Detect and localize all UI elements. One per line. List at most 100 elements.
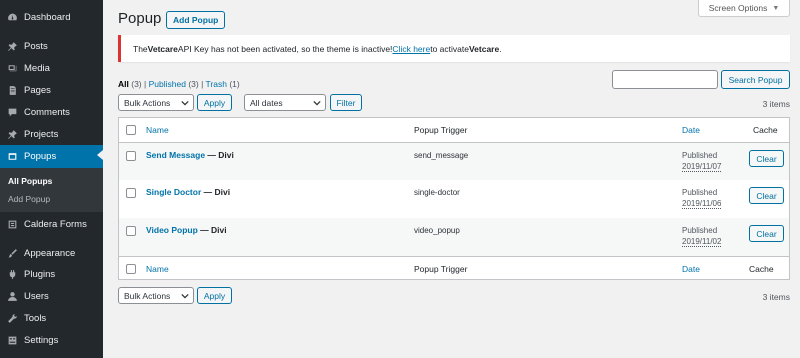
row-title: Send Message — Divi — [146, 150, 234, 160]
sidebar-item-settings[interactable]: Settings — [0, 330, 103, 350]
row-checkbox[interactable] — [126, 151, 136, 161]
row-status: Published — [682, 151, 718, 160]
comment-icon — [6, 106, 18, 118]
sidebar-item-caldera-forms[interactable]: Caldera Forms — [0, 214, 103, 234]
search-popup-button[interactable]: Search Popup — [721, 70, 790, 89]
filter-button[interactable]: Filter — [330, 94, 362, 111]
bulk-actions-select-bottom[interactable]: Bulk Actions — [118, 287, 194, 304]
apply-button-bottom[interactable]: Apply — [197, 287, 232, 304]
sidebar-item-label: Users — [24, 290, 49, 302]
bulk-actions-select-top[interactable]: Bulk Actions — [118, 94, 194, 111]
chevron-down-icon — [181, 100, 189, 106]
row-title-link[interactable]: Video Popup — [146, 225, 198, 235]
row-title-link[interactable]: Send Message — [146, 150, 205, 160]
submenu-all-popups[interactable]: All Popups — [8, 176, 52, 186]
sidebar-item-popups[interactable]: Popups — [0, 145, 103, 168]
column-cache-footer: Cache — [749, 264, 774, 274]
bulk-actions-value: Bulk Actions — [124, 97, 171, 108]
items-count-bottom: 3 items — [762, 292, 790, 302]
search-input[interactable] — [612, 70, 718, 89]
row-post-state: — Divi — [197, 225, 227, 235]
row-post-state: — Divi — [205, 150, 234, 160]
select-all-checkbox-footer[interactable] — [126, 264, 136, 274]
sidebar-item-label: Projects — [24, 128, 59, 140]
row-date: Published 2019/11/02 — [682, 225, 722, 247]
status-filter-links: All (3) | Published (3) | Trash (1) — [118, 79, 240, 89]
admin-sidebar: Dashboard Posts Media Pages Comments Pro… — [0, 0, 103, 358]
sidebar-item-plugins[interactable]: Plugins — [0, 264, 103, 284]
sidebar-item-tools[interactable]: Tools — [0, 308, 103, 328]
clear-cache-button[interactable]: Clear — [749, 225, 784, 242]
row-checkbox[interactable] — [126, 188, 136, 198]
sidebar-item-appearance[interactable]: Appearance — [0, 243, 103, 263]
clear-cache-button[interactable]: Clear — [749, 187, 784, 204]
sidebar-item-users[interactable]: Users — [0, 286, 103, 306]
pin-icon — [6, 40, 18, 52]
sidebar-item-pages[interactable]: Pages — [0, 80, 103, 100]
column-popup-trigger-footer: Popup Trigger — [414, 264, 468, 274]
select-all-checkbox[interactable] — [126, 125, 136, 135]
sidebar-item-label: Tools — [24, 312, 47, 324]
sidebar-item-label: Settings — [24, 334, 59, 346]
sidebar-item-comments[interactable]: Comments — [0, 102, 103, 122]
row-trigger: single-doctor — [414, 188, 460, 197]
clear-cache-button[interactable]: Clear — [749, 150, 784, 167]
media-icon — [6, 62, 18, 74]
filter-trash-count: (1) — [229, 79, 240, 89]
column-name[interactable]: Name — [146, 125, 169, 135]
sidebar-item-label: Appearance — [24, 247, 76, 259]
api-key-notice: The Vetcare API Key has not been activat… — [118, 35, 790, 62]
bulk-actions-value: Bulk Actions — [124, 290, 171, 301]
filter-trash[interactable]: Trash — [206, 79, 227, 89]
items-count-top: 3 items — [762, 99, 790, 109]
row-trigger: send_message — [414, 151, 469, 160]
filter-separator: | — [144, 79, 147, 89]
activate-link[interactable]: Click here — [392, 44, 430, 54]
sidebar-item-posts[interactable]: Posts — [0, 36, 103, 56]
column-cache: Cache — [753, 125, 778, 135]
sidebar-item-label: Popups — [24, 151, 57, 162]
add-popup-button[interactable]: Add Popup — [166, 11, 226, 29]
column-popup-trigger: Popup Trigger — [414, 125, 468, 135]
dates-select[interactable]: All dates — [244, 94, 326, 111]
sidebar-item-media[interactable]: Media — [0, 58, 103, 78]
sidebar-item-label: Pages — [24, 84, 51, 96]
sidebar-item-dashboard[interactable]: Dashboard — [0, 7, 103, 27]
screen-options-toggle[interactable]: Screen Options ▼ — [698, 0, 790, 17]
row-trigger: video_popup — [414, 226, 460, 235]
sidebar-item-label: Comments — [24, 106, 70, 118]
row-date: Published 2019/11/07 — [682, 150, 722, 172]
sidebar-item-projects[interactable]: Projects — [0, 124, 103, 144]
filter-separator: | — [201, 79, 204, 89]
notice-text: The — [133, 43, 148, 54]
row-title-link[interactable]: Single Doctor — [146, 187, 201, 197]
plugin-icon — [6, 268, 18, 280]
triangle-down-icon: ▼ — [772, 4, 780, 12]
filter-published[interactable]: Published — [149, 79, 186, 89]
screen-options-label: Screen Options — [708, 3, 768, 13]
page-icon — [6, 84, 18, 96]
notice-text: . — [499, 43, 502, 54]
brush-icon — [6, 247, 18, 259]
apply-button-top[interactable]: Apply — [197, 94, 232, 111]
sidebar-item-label: Media — [24, 62, 50, 74]
filter-all-count: (3) — [131, 79, 142, 89]
user-icon — [6, 290, 18, 302]
popups-submenu: All Popups Add Popup — [0, 168, 103, 212]
submenu-add-popup[interactable]: Add Popup — [8, 194, 50, 204]
row-date: Published 2019/11/06 — [682, 187, 722, 209]
column-date-footer[interactable]: Date — [682, 264, 700, 274]
filter-all[interactable]: All — [118, 79, 129, 89]
row-title: Single Doctor — Divi — [146, 187, 230, 197]
column-date[interactable]: Date — [682, 125, 700, 135]
row-checkbox[interactable] — [126, 226, 136, 236]
column-name-footer[interactable]: Name — [146, 264, 169, 274]
table-row: Single Doctor — Divi single-doctor Publi… — [119, 180, 789, 218]
notice-theme-name: Vetcare — [468, 43, 500, 54]
popup-icon — [6, 151, 18, 163]
pin-icon — [6, 128, 18, 140]
row-post-state: — Divi — [201, 187, 231, 197]
chevron-down-icon — [181, 293, 189, 299]
row-status: Published — [682, 226, 718, 235]
table-row: Send Message — Divi send_message Publish… — [119, 143, 789, 180]
